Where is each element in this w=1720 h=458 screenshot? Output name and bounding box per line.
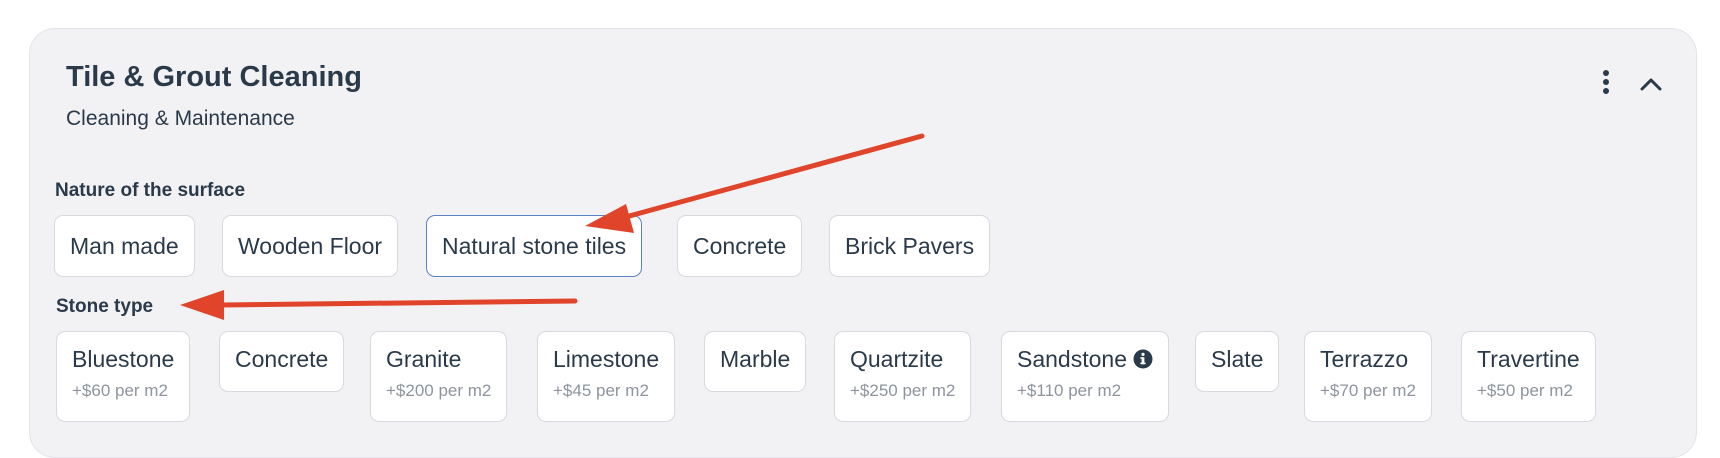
stone-option-price: +$250 per m2 xyxy=(850,381,956,400)
surface-option-natural-stone-tiles[interactable]: Natural stone tiles xyxy=(426,215,643,277)
chevron-up-icon xyxy=(1640,78,1662,91)
stone-option-name: Granite xyxy=(386,346,462,372)
stone-option-price: +$70 per m2 xyxy=(1320,381,1416,400)
stone-option-name: Slate xyxy=(1211,346,1264,372)
surface-option-man-made[interactable]: Man made xyxy=(54,215,195,277)
more-options-button[interactable] xyxy=(1589,65,1623,99)
surface-option-label: Concrete xyxy=(693,233,787,259)
service-category: Cleaning & Maintenance xyxy=(66,107,295,130)
stone-option-name: Quartzite xyxy=(850,346,944,372)
stone-option-travertine[interactable]: Travertine +$50 per m2 xyxy=(1461,331,1596,422)
more-vertical-icon xyxy=(1603,70,1609,94)
stone-option-marble[interactable]: Marble xyxy=(704,331,807,392)
service-title: Tile & Grout Cleaning xyxy=(66,61,362,93)
stone-section-label: Stone type xyxy=(56,296,154,317)
stone-option-name-row: Sandstone xyxy=(1017,345,1153,373)
stone-option-name: Sandstone xyxy=(1017,346,1127,372)
stone-option-sandstone[interactable]: Sandstone +$110 per m2 xyxy=(1001,331,1169,422)
stone-option-name: Concrete xyxy=(235,346,329,372)
stone-option-concrete[interactable]: Concrete xyxy=(219,331,345,392)
stone-option-name: Terrazzo xyxy=(1320,346,1409,372)
stone-option-limestone[interactable]: Limestone +$45 per m2 xyxy=(537,331,676,422)
surface-option-brick-pavers[interactable]: Brick Pavers xyxy=(829,215,991,277)
surface-option-concrete[interactable]: Concrete xyxy=(677,215,803,277)
stone-option-granite[interactable]: Granite +$200 per m2 xyxy=(370,331,508,422)
surface-option-label: Natural stone tiles xyxy=(442,233,627,259)
stone-option-price: +$45 per m2 xyxy=(553,381,649,400)
info-circle-icon[interactable] xyxy=(1133,349,1153,369)
stone-option-name: Bluestone xyxy=(72,346,175,372)
surface-option-label: Wooden Floor xyxy=(238,233,383,259)
surface-section-label: Nature of the surface xyxy=(55,180,246,201)
stone-option-price: +$200 per m2 xyxy=(386,381,492,400)
surface-option-label: Man made xyxy=(70,233,179,259)
stone-option-price: +$60 per m2 xyxy=(72,381,168,400)
stone-option-price: +$50 per m2 xyxy=(1477,381,1573,400)
stone-option-price: +$110 per m2 xyxy=(1017,381,1122,400)
stone-option-terrazzo[interactable]: Terrazzo +$70 per m2 xyxy=(1304,331,1432,422)
collapse-button[interactable] xyxy=(1634,67,1668,101)
stone-option-name: Limestone xyxy=(553,346,660,372)
stone-option-name: Travertine xyxy=(1477,346,1580,372)
stone-option-bluestone[interactable]: Bluestone +$60 per m2 xyxy=(56,331,191,422)
stone-option-name: Marble xyxy=(720,346,791,372)
surface-option-wooden-floor[interactable]: Wooden Floor xyxy=(222,215,399,277)
stone-option-slate[interactable]: Slate xyxy=(1195,331,1280,392)
stone-option-quartzite[interactable]: Quartzite +$250 per m2 xyxy=(834,331,972,422)
surface-option-label: Brick Pavers xyxy=(845,233,975,259)
